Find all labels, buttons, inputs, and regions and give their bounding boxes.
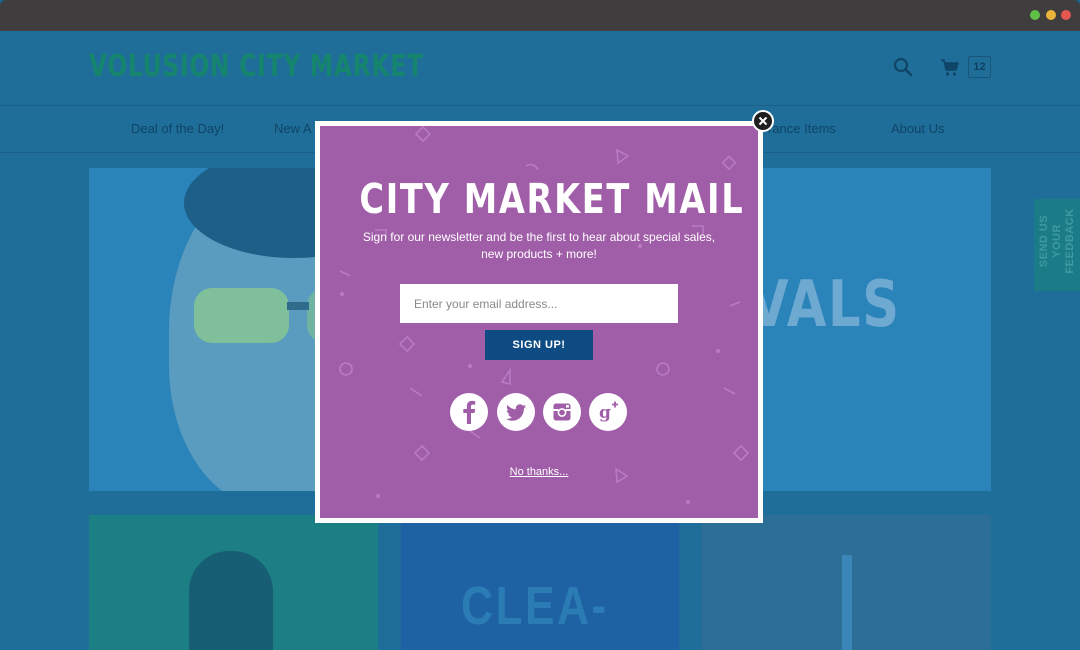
newsletter-modal-body: CITY MARKET MAIL Sign for our newsletter… bbox=[320, 126, 758, 518]
feedback-tab[interactable]: SEND US YOUR FEEDBACK bbox=[1034, 199, 1080, 291]
modal-subtitle: Sign for our newsletter and be the first… bbox=[362, 230, 716, 261]
google-plus-icon[interactable]: g bbox=[589, 393, 627, 431]
window-minimize-dot[interactable] bbox=[1046, 10, 1056, 20]
close-modal-button[interactable] bbox=[752, 110, 774, 132]
twitter-icon[interactable] bbox=[497, 393, 535, 431]
cart-count-badge[interactable]: 12 bbox=[968, 56, 991, 78]
nav-item-deal-of-the-day[interactable]: Deal of the Day! bbox=[131, 121, 224, 136]
site-logo[interactable]: VOLUSION CITY MARKET bbox=[89, 49, 424, 84]
site-header: VOLUSION CITY MARKET 12 bbox=[0, 31, 1080, 106]
product-image bbox=[189, 551, 273, 650]
window-maximize-dot[interactable] bbox=[1030, 10, 1040, 20]
window-close-dot[interactable] bbox=[1061, 10, 1071, 20]
instagram-icon[interactable] bbox=[543, 393, 581, 431]
modal-title: CITY MARKET MAIL bbox=[359, 175, 745, 223]
nav-item-clearance-items[interactable]: rance Items bbox=[768, 121, 836, 136]
no-thanks-link[interactable]: No thanks... bbox=[320, 466, 758, 478]
product-tile-2[interactable]: CLEA- bbox=[401, 515, 679, 650]
close-icon bbox=[758, 116, 768, 126]
search-icon[interactable] bbox=[893, 57, 913, 77]
product-tile-1[interactable] bbox=[89, 515, 378, 650]
product-tile-3[interactable] bbox=[702, 515, 991, 650]
svg-text:g: g bbox=[599, 403, 611, 423]
facebook-icon[interactable] bbox=[450, 393, 488, 431]
nav-item-about-us[interactable]: About Us bbox=[891, 121, 944, 136]
clearance-tile-text: CLEA- bbox=[461, 576, 609, 636]
email-input[interactable] bbox=[400, 284, 678, 323]
nav-item-new-arrivals[interactable]: New A bbox=[274, 121, 312, 136]
cart-icon[interactable] bbox=[940, 57, 960, 77]
sign-up-button[interactable]: SIGN UP! bbox=[485, 330, 593, 360]
hero-headline: VALS bbox=[749, 268, 901, 342]
feedback-tab-label: SEND US YOUR FEEDBACK bbox=[1038, 208, 1076, 274]
product-image bbox=[842, 555, 852, 650]
newsletter-modal: CITY MARKET MAIL Sign for our newsletter… bbox=[315, 121, 763, 523]
browser-titlebar bbox=[0, 0, 1080, 31]
